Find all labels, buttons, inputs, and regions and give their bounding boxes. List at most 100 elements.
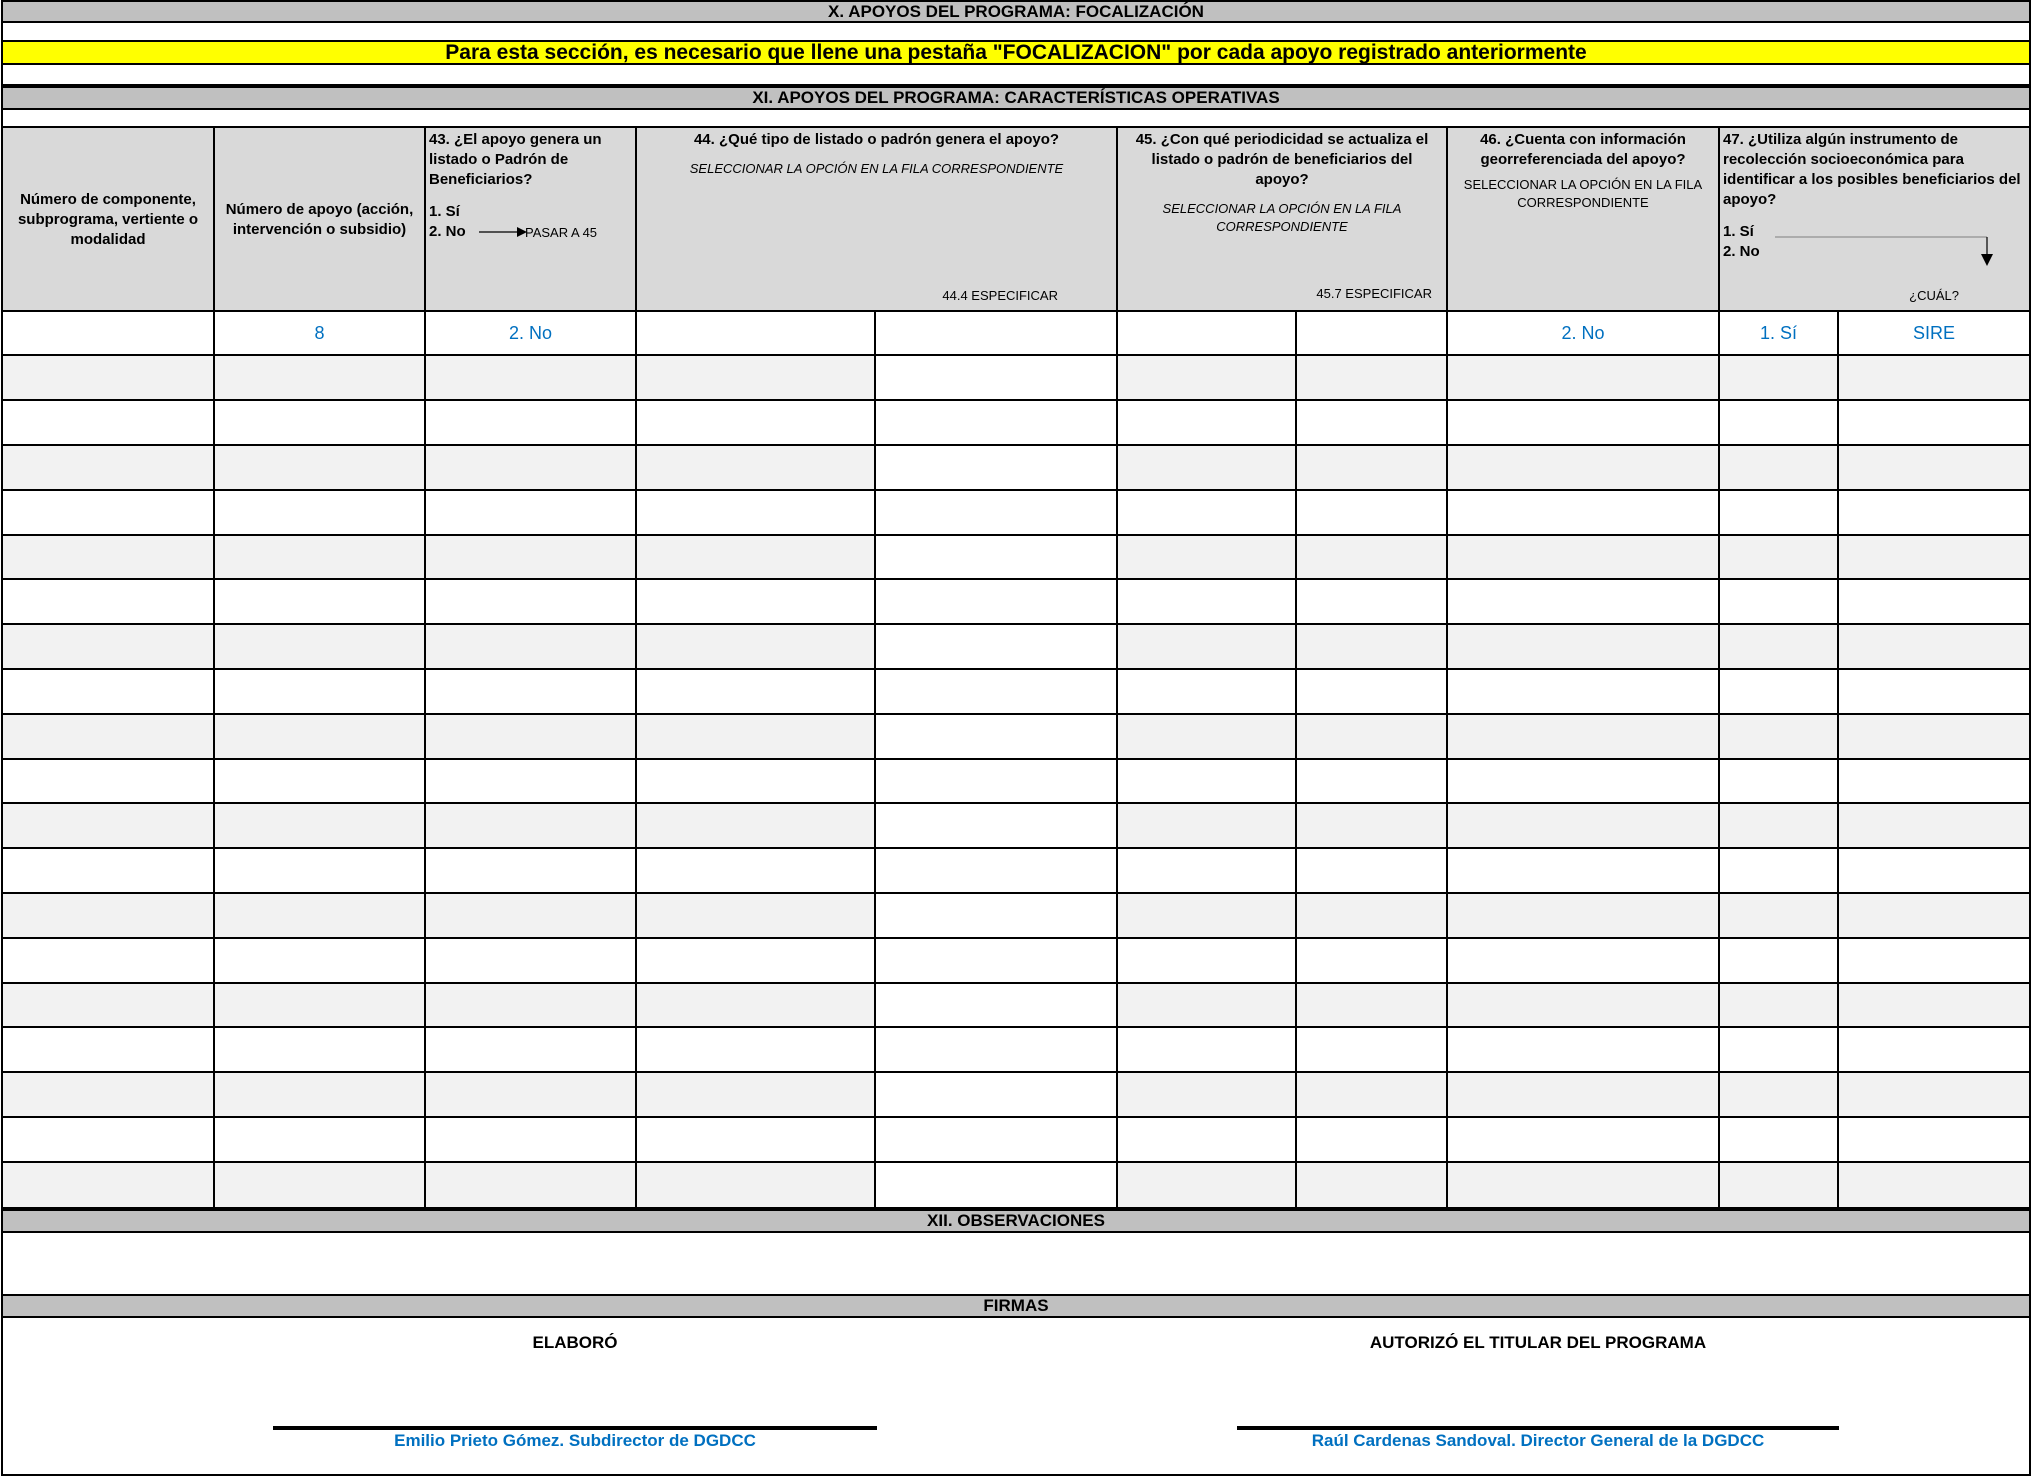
cell-q45-especificar[interactable] bbox=[1297, 670, 1448, 715]
cell-apoyo[interactable] bbox=[215, 760, 426, 804]
cell-q44-especificar[interactable] bbox=[876, 580, 1118, 625]
cell-q45-especificar[interactable] bbox=[1297, 536, 1448, 580]
cell-q45-especificar[interactable] bbox=[1297, 849, 1448, 894]
cell-q44[interactable] bbox=[637, 849, 876, 894]
cell-q44-especificar[interactable] bbox=[876, 715, 1118, 760]
cell-q47[interactable] bbox=[1720, 1028, 1839, 1073]
cell-componente[interactable] bbox=[1, 894, 215, 939]
cell-q43[interactable] bbox=[426, 536, 637, 580]
cell-componente[interactable] bbox=[1, 1118, 215, 1163]
cell-q47[interactable] bbox=[1720, 849, 1839, 894]
cell-q46[interactable] bbox=[1448, 1028, 1720, 1073]
cell-q46[interactable] bbox=[1448, 894, 1720, 939]
cell-q44-especificar[interactable] bbox=[876, 849, 1118, 894]
cell-q43[interactable] bbox=[426, 1028, 637, 1073]
cell-q44-especificar[interactable] bbox=[876, 625, 1118, 670]
cell-q44-especificar[interactable] bbox=[876, 804, 1118, 849]
cell-componente[interactable] bbox=[1, 401, 215, 446]
cell-q47-cual[interactable] bbox=[1839, 1073, 2031, 1118]
cell-q47[interactable] bbox=[1720, 446, 1839, 491]
cell-q44[interactable] bbox=[637, 401, 876, 446]
cell-componente[interactable] bbox=[1, 849, 215, 894]
cell-q45[interactable] bbox=[1118, 312, 1297, 356]
cell-q45[interactable] bbox=[1118, 670, 1297, 715]
cell-q45-especificar[interactable] bbox=[1297, 580, 1448, 625]
cell-q47[interactable] bbox=[1720, 670, 1839, 715]
cell-q45-especificar[interactable] bbox=[1297, 939, 1448, 984]
cell-q44[interactable] bbox=[637, 804, 876, 849]
cell-q44-especificar[interactable] bbox=[876, 312, 1118, 356]
cell-q47-cual[interactable] bbox=[1839, 670, 2031, 715]
cell-q45[interactable] bbox=[1118, 939, 1297, 984]
cell-q43[interactable] bbox=[426, 760, 637, 804]
cell-q47-cual[interactable]: SIRE bbox=[1839, 312, 2031, 356]
cell-q46[interactable] bbox=[1448, 625, 1720, 670]
cell-q47-cual[interactable] bbox=[1839, 984, 2031, 1028]
cell-q47-cual[interactable] bbox=[1839, 625, 2031, 670]
cell-componente[interactable] bbox=[1, 625, 215, 670]
cell-q46[interactable] bbox=[1448, 715, 1720, 760]
cell-q45-especificar[interactable] bbox=[1297, 1028, 1448, 1073]
cell-componente[interactable] bbox=[1, 984, 215, 1028]
cell-apoyo[interactable] bbox=[215, 1163, 426, 1209]
cell-q44-especificar[interactable] bbox=[876, 670, 1118, 715]
cell-q43[interactable] bbox=[426, 401, 637, 446]
cell-q45[interactable] bbox=[1118, 849, 1297, 894]
cell-q44-especificar[interactable] bbox=[876, 894, 1118, 939]
cell-q43[interactable]: 2. No bbox=[426, 312, 637, 356]
cell-q44[interactable] bbox=[637, 894, 876, 939]
cell-q46[interactable] bbox=[1448, 401, 1720, 446]
cell-q45[interactable] bbox=[1118, 984, 1297, 1028]
cell-q47[interactable] bbox=[1720, 760, 1839, 804]
cell-q46[interactable] bbox=[1448, 760, 1720, 804]
cell-q47-cual[interactable] bbox=[1839, 491, 2031, 536]
cell-q45[interactable] bbox=[1118, 580, 1297, 625]
cell-componente[interactable] bbox=[1, 1028, 215, 1073]
cell-q47[interactable] bbox=[1720, 804, 1839, 849]
cell-q44[interactable] bbox=[637, 356, 876, 401]
cell-q44[interactable] bbox=[637, 625, 876, 670]
cell-q45[interactable] bbox=[1118, 894, 1297, 939]
cell-q46[interactable] bbox=[1448, 356, 1720, 401]
cell-q43[interactable] bbox=[426, 715, 637, 760]
cell-q45[interactable] bbox=[1118, 760, 1297, 804]
cell-q43[interactable] bbox=[426, 580, 637, 625]
cell-apoyo[interactable] bbox=[215, 580, 426, 625]
cell-apoyo[interactable] bbox=[215, 1028, 426, 1073]
cell-q44-especificar[interactable] bbox=[876, 1028, 1118, 1073]
cell-q44[interactable] bbox=[637, 491, 876, 536]
cell-q44[interactable] bbox=[637, 1073, 876, 1118]
cell-q44[interactable] bbox=[637, 715, 876, 760]
cell-q45[interactable] bbox=[1118, 715, 1297, 760]
cell-q47-cual[interactable] bbox=[1839, 760, 2031, 804]
cell-q45[interactable] bbox=[1118, 625, 1297, 670]
cell-q45-especificar[interactable] bbox=[1297, 894, 1448, 939]
cell-componente[interactable] bbox=[1, 446, 215, 491]
cell-q44-especificar[interactable] bbox=[876, 984, 1118, 1028]
cell-q45-especificar[interactable] bbox=[1297, 312, 1448, 356]
cell-apoyo[interactable] bbox=[215, 715, 426, 760]
cell-componente[interactable] bbox=[1, 491, 215, 536]
cell-q46[interactable]: 2. No bbox=[1448, 312, 1720, 356]
cell-q44-especificar[interactable] bbox=[876, 356, 1118, 401]
cell-q43[interactable] bbox=[426, 1073, 637, 1118]
cell-q44-especificar[interactable] bbox=[876, 1118, 1118, 1163]
cell-q43[interactable] bbox=[426, 670, 637, 715]
cell-q44-especificar[interactable] bbox=[876, 939, 1118, 984]
cell-q47[interactable] bbox=[1720, 536, 1839, 580]
cell-apoyo[interactable] bbox=[215, 1073, 426, 1118]
cell-q45-especificar[interactable] bbox=[1297, 984, 1448, 1028]
cell-q47-cual[interactable] bbox=[1839, 804, 2031, 849]
cell-q45[interactable] bbox=[1118, 446, 1297, 491]
cell-q45[interactable] bbox=[1118, 1163, 1297, 1209]
cell-q43[interactable] bbox=[426, 804, 637, 849]
cell-q44[interactable] bbox=[637, 939, 876, 984]
cell-q44[interactable] bbox=[637, 760, 876, 804]
cell-apoyo[interactable] bbox=[215, 1118, 426, 1163]
cell-q44[interactable] bbox=[637, 984, 876, 1028]
cell-apoyo[interactable] bbox=[215, 849, 426, 894]
cell-q45[interactable] bbox=[1118, 491, 1297, 536]
cell-q47-cual[interactable] bbox=[1839, 1028, 2031, 1073]
cell-q47[interactable]: 1. Sí bbox=[1720, 312, 1839, 356]
cell-q44[interactable] bbox=[637, 1163, 876, 1209]
